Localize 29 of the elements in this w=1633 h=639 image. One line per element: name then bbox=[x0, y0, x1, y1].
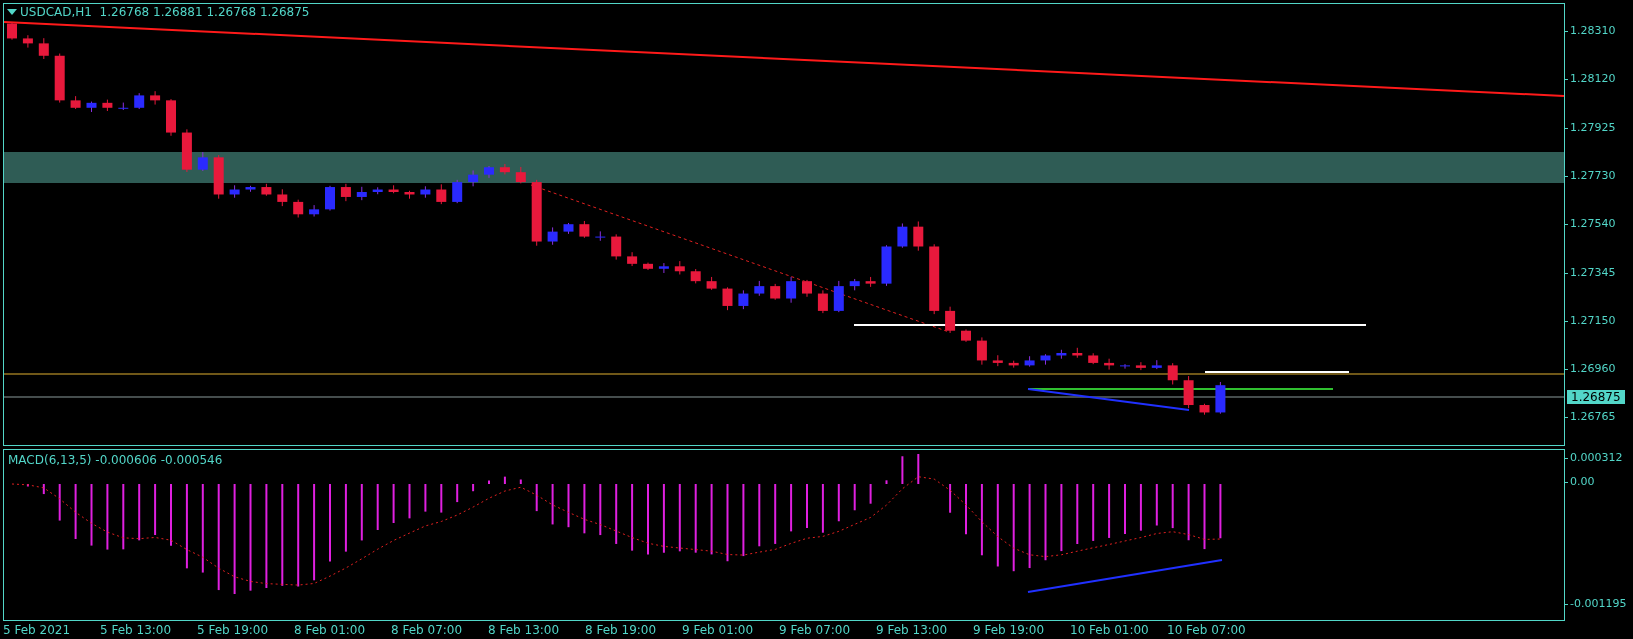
time-label: 8 Feb 13:00 bbox=[488, 623, 561, 637]
chart-title: USDCAD,H1 1.26768 1.26881 1.26768 1.26875 bbox=[20, 5, 310, 19]
time-label: 10 Feb 01:00 bbox=[1070, 623, 1150, 637]
price-label: 1.27730 bbox=[1565, 168, 1616, 183]
time-label: 8 Feb 19:00 bbox=[585, 623, 658, 637]
price-label: 1.28310 bbox=[1565, 24, 1616, 38]
time-label: 5 Feb 19:00 bbox=[197, 623, 270, 637]
indicator-value-label: 0.000312 bbox=[1565, 451, 1623, 465]
indicator-label: MACD(6,13,5) -0.000606 -0.000546 bbox=[8, 453, 223, 467]
time-label: 10 Feb 07:00 bbox=[1167, 623, 1247, 637]
price-label: 1.26765 bbox=[1565, 410, 1616, 425]
price-label: 1.27345 bbox=[1565, 265, 1616, 280]
time-label: 8 Feb 07:00 bbox=[391, 623, 464, 637]
current-price-tag: 1.26875 bbox=[1567, 390, 1625, 404]
price-label: 1.27925 bbox=[1565, 120, 1616, 135]
time-label: 9 Feb 13:00 bbox=[876, 623, 949, 637]
time-label: 5 Feb 13:00 bbox=[100, 623, 173, 637]
time-label: 9 Feb 07:00 bbox=[779, 623, 852, 637]
time-label: 5 Feb 2021 bbox=[3, 623, 72, 637]
indicator-value-label: 0.00 bbox=[1565, 475, 1595, 489]
price-label: 1.27150 bbox=[1565, 313, 1616, 328]
time-label: 9 Feb 01:00 bbox=[682, 623, 755, 637]
price-label: 1.28120 bbox=[1565, 72, 1616, 87]
price-label: 1.26960 bbox=[1565, 362, 1616, 377]
indicator-value-label: -0.001195 bbox=[1565, 597, 1627, 611]
price-label: 1.27540 bbox=[1565, 217, 1616, 232]
dropdown-triangle-icon[interactable] bbox=[7, 9, 17, 15]
time-label: 9 Feb 19:00 bbox=[973, 623, 1046, 637]
time-label: 8 Feb 01:00 bbox=[294, 623, 367, 637]
